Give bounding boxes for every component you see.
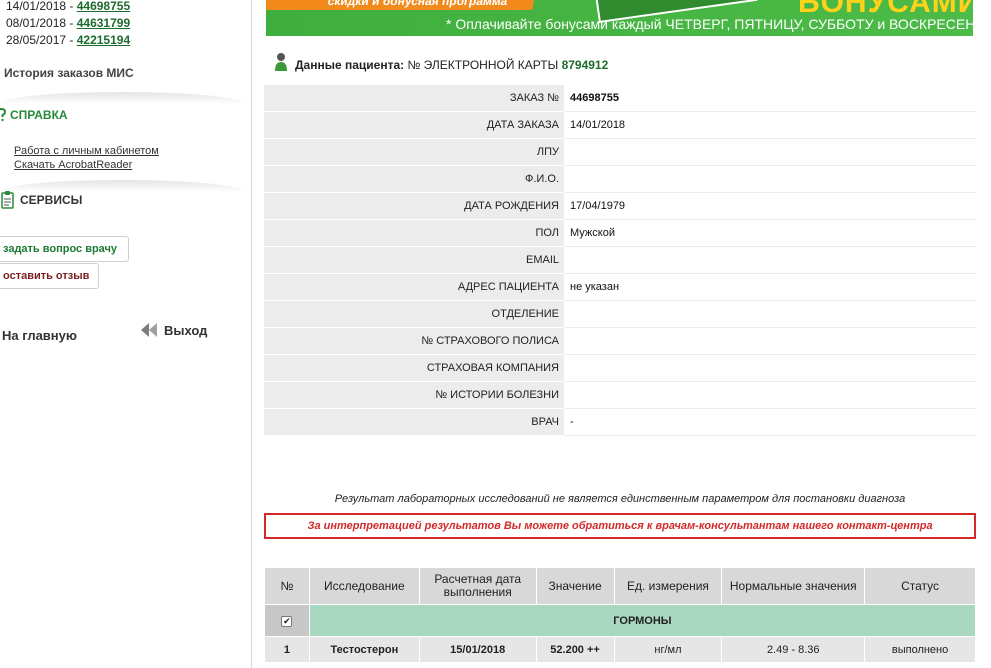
col-header-norm: Нормальные значения: [721, 567, 866, 605]
back-arrow-icon: [141, 323, 157, 337]
home-link[interactable]: На главную: [2, 328, 77, 343]
patient-info-table: ЗАКАЗ № 44698755 ДАТА ЗАКАЗА 14/01/2018 ЛП…: [264, 85, 976, 436]
test-value: 52.200 ++: [535, 636, 615, 663]
results-header-row: № Исследование Расчетная дата выполнения…: [264, 567, 976, 605]
sidebar: 14/01/2018 - 44698755 08/01/2018 - 44631…: [0, 0, 250, 668]
info-row: СТРАХОВАЯ КОМПАНИЯ: [264, 355, 976, 382]
info-row: ЛПУ: [264, 139, 976, 166]
order-date: 28/05/2017: [6, 33, 67, 47]
banner-tag: скидки и бонусная программа: [266, 0, 536, 10]
group-title: ГОРМОНЫ: [308, 604, 977, 637]
section-divider: [0, 92, 245, 104]
exit-link[interactable]: Выход: [140, 322, 207, 338]
order-date: 14/01/2018: [6, 0, 67, 13]
info-row: АДРЕС ПАЦИЕНТА не указан: [264, 274, 976, 301]
contact-center-note: За интерпретацией результатов Вы можете …: [264, 513, 976, 539]
checkbox-icon[interactable]: ✔: [281, 615, 293, 627]
order-item: 28/05/2017 - 42215194: [6, 33, 131, 47]
col-header-status: Статус: [864, 567, 976, 605]
info-row: ДАТА ЗАКАЗА 14/01/2018: [264, 112, 976, 139]
info-row: ПОЛ Мужской: [264, 220, 976, 247]
banner-promo-text: * Оплачивайте бонусами каждый ЧЕТВЕРГ, П…: [446, 16, 973, 32]
help-link-cabinet[interactable]: Работа с личным кабинетом: [14, 144, 159, 158]
order-date: 08/01/2018: [6, 16, 67, 30]
sidebar-border: [251, 0, 252, 668]
col-header-test: Исследование: [308, 567, 420, 605]
info-row: № СТРАХОВОГО ПОЛИСА: [264, 328, 976, 355]
help-section-title: СПРАВКА: [0, 108, 68, 122]
info-row: ОТДЕЛЕНИЕ: [264, 301, 976, 328]
info-row: ЗАКАЗ № 44698755: [264, 85, 976, 112]
info-row: Ф.И.О.: [264, 166, 976, 193]
col-header-value: Значение: [535, 567, 615, 605]
services-section-title: СЕРВИСЫ: [0, 190, 82, 210]
ask-doctor-button[interactable]: задать вопрос врачу: [0, 236, 129, 262]
results-table: № Исследование Расчетная дата выполнения…: [264, 567, 977, 663]
order-item: 08/01/2018 - 44631799: [6, 16, 131, 30]
table-row: 1 Тестостерон 15/01/2018 52.200 ++ нг/мл…: [264, 636, 976, 663]
patient-heading: Данные пациента: № ЭЛЕКТРОННОЙ КАРТЫ 879…: [274, 52, 608, 72]
info-row: № ИСТОРИИ БОЛЕЗНИ: [264, 382, 976, 409]
disclaimer-note: Результат лабораторных исследований не я…: [334, 493, 906, 505]
order-link[interactable]: 44631799: [77, 16, 130, 30]
col-header-unit: Ед. измерения: [613, 567, 723, 605]
clipboard-icon: [1, 191, 14, 209]
col-header-number: №: [264, 567, 310, 605]
person-icon: [275, 53, 287, 71]
order-link[interactable]: 44698755: [77, 0, 130, 13]
promo-banner[interactable]: скидки и бонусная программа БОНУСАМИ * О…: [266, 0, 973, 36]
card-number: 8794912: [561, 58, 609, 72]
help-links: Работа с личным кабинетом Скачать Acroba…: [14, 144, 159, 172]
leave-review-button[interactable]: оставить отзыв: [0, 263, 99, 289]
mis-history-link[interactable]: История заказов МИС: [4, 66, 134, 80]
help-icon: [0, 108, 7, 122]
orders-list: 14/01/2018 - 44698755 08/01/2018 - 44631…: [6, 0, 130, 49]
help-link-acrobat[interactable]: Скачать AcrobatReader: [14, 158, 159, 172]
group-row: ✔ ГОРМОНЫ: [264, 604, 977, 637]
col-header-date: Расчетная дата выполнения: [418, 567, 537, 605]
order-item: 14/01/2018 - 44698755: [6, 0, 131, 13]
order-link[interactable]: 42215194: [77, 33, 130, 47]
test-name[interactable]: Тестостерон: [308, 636, 420, 663]
info-row: ВРАЧ -: [264, 409, 976, 436]
info-row: ДАТА РОЖДЕНИЯ 17/04/1979: [264, 193, 976, 220]
info-row: EMAIL: [264, 247, 976, 274]
